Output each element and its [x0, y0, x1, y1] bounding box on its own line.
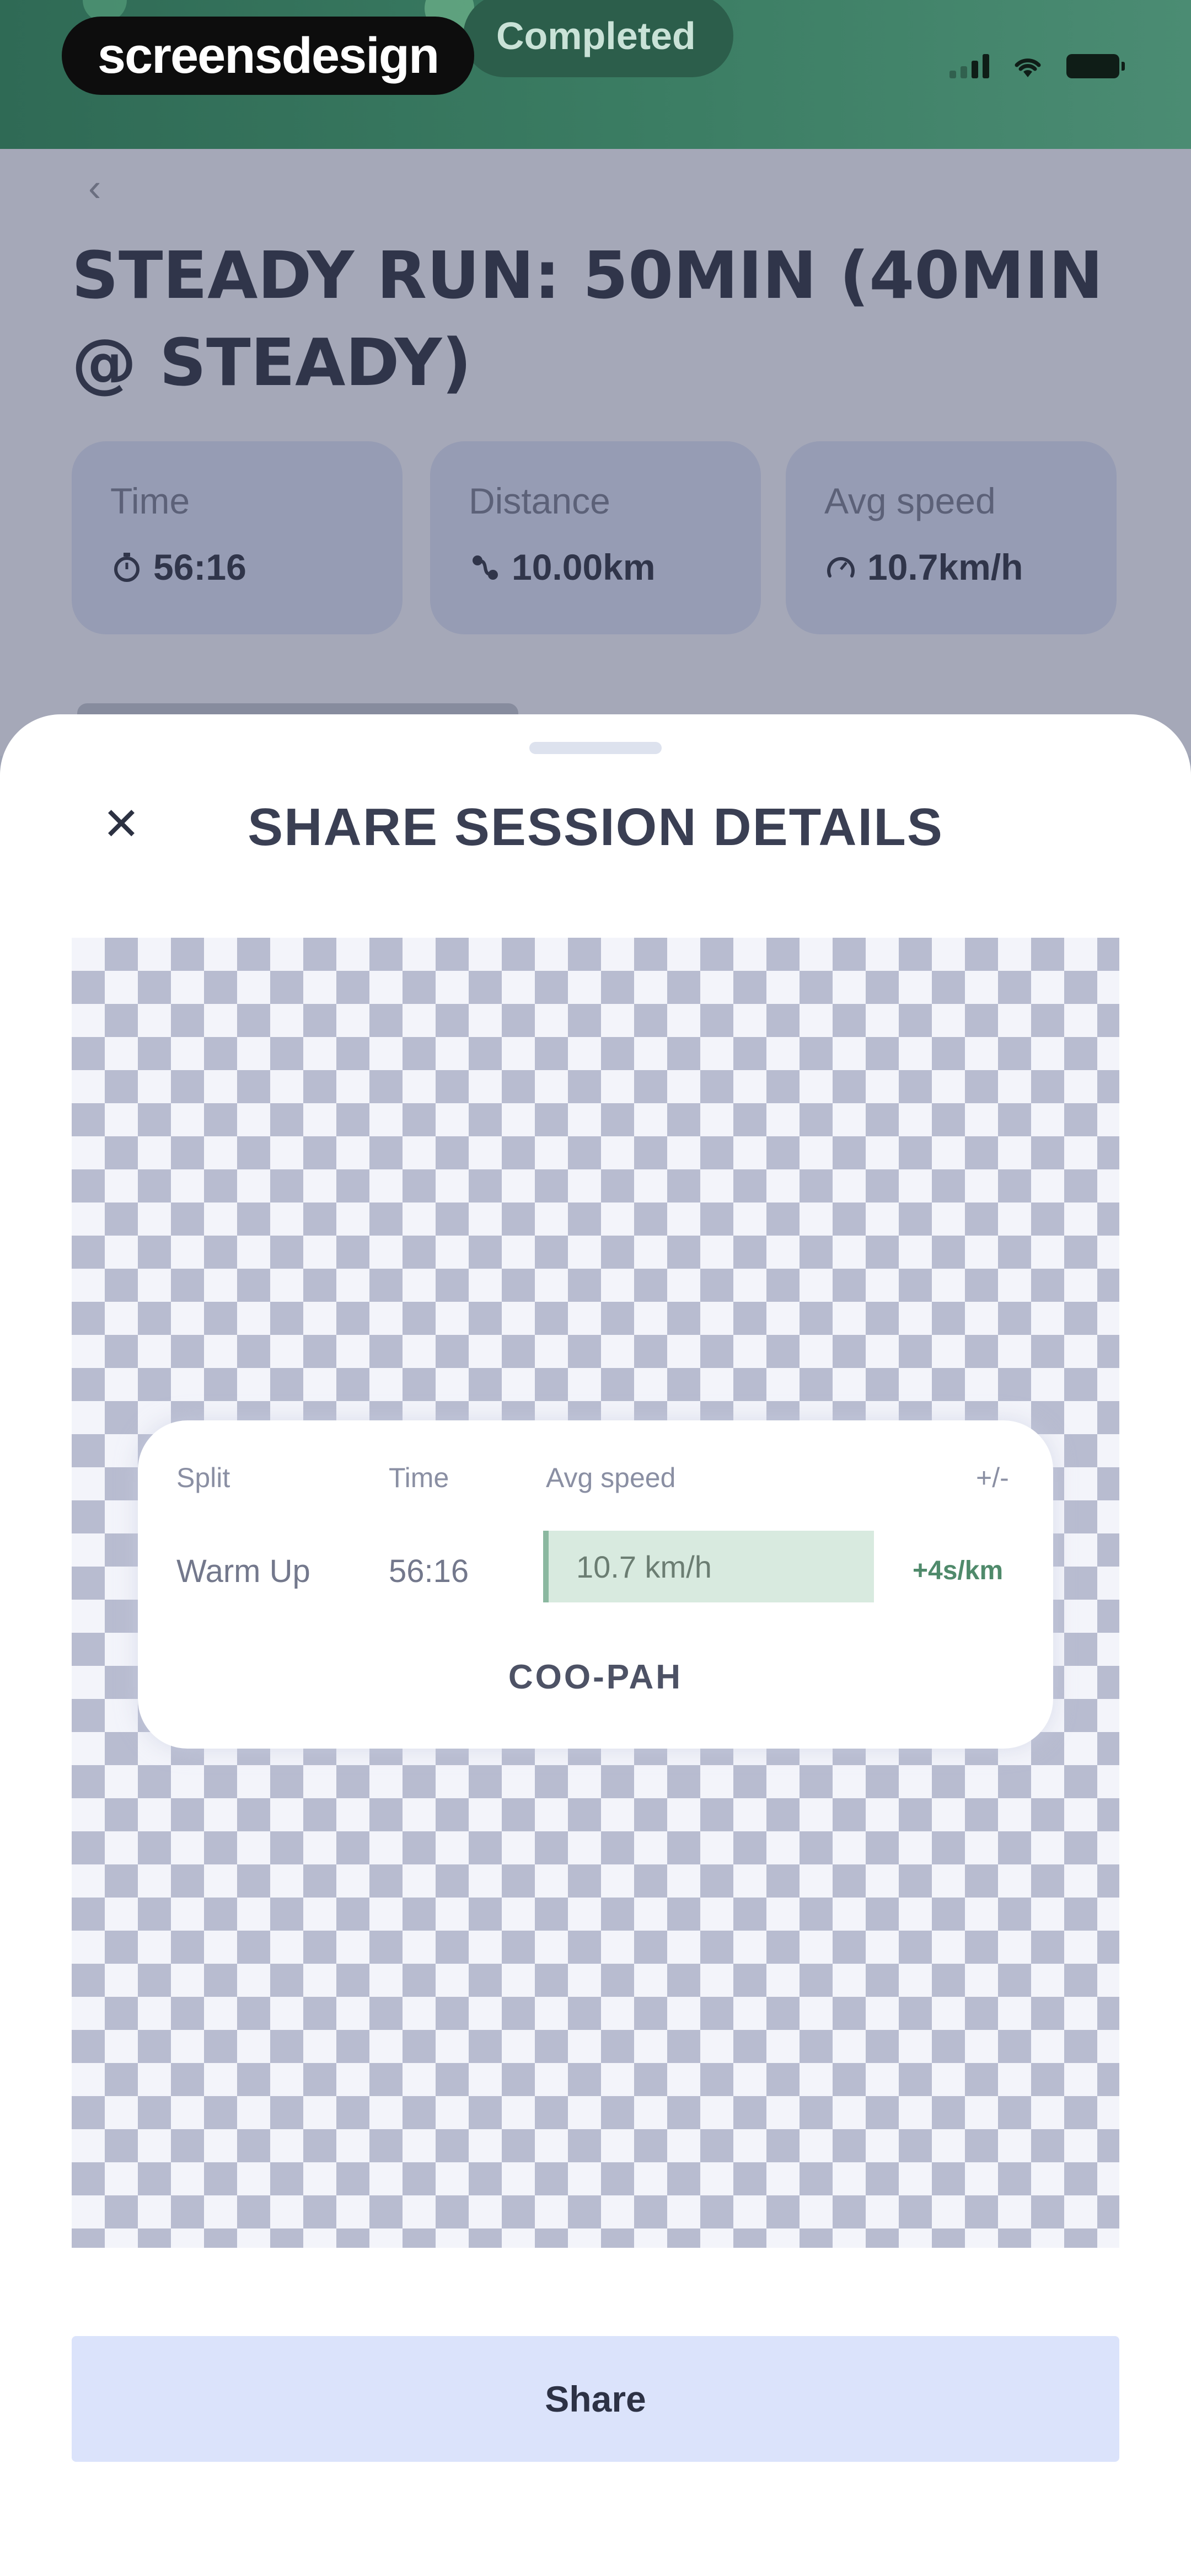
stat-value: 10.7km/h	[867, 547, 1023, 587]
stopwatch-icon	[114, 553, 140, 582]
stat-value-row: 10.7km/h	[824, 546, 1023, 588]
split-name: Warm Up	[176, 1553, 310, 1589]
system-status-icons	[949, 50, 1125, 83]
sheet-grabber[interactable]	[529, 742, 662, 754]
card-brand-logo: COO-PAH	[508, 1658, 683, 1696]
brand-label: screensdesign	[97, 27, 439, 84]
route-icon	[473, 555, 498, 580]
share-button[interactable]: Share	[72, 2336, 1119, 2462]
stat-label: Avg speed	[824, 480, 996, 521]
brand-watermark: screensdesign	[62, 17, 474, 95]
column-header-avg-speed: Avg speed	[546, 1462, 676, 1493]
stat-value: 10.00km	[512, 547, 656, 587]
cellular-signal-icon	[949, 54, 989, 78]
column-header-delta: +/-	[976, 1462, 1009, 1493]
completed-pill: Completed	[463, 0, 733, 77]
stat-card-time: Time 56:16	[72, 441, 403, 634]
wifi-icon	[1015, 58, 1041, 77]
stat-card-distance: Distance 10.00km	[430, 441, 761, 634]
stat-value-row: 10.00km	[469, 546, 656, 588]
stat-label: Distance	[469, 480, 610, 521]
split-avg-speed-bar: 10.7 km/h	[543, 1531, 874, 1602]
split-avg-speed: 10.7 km/h	[576, 1549, 712, 1584]
speedometer-icon	[827, 557, 855, 578]
stat-label: Time	[110, 480, 190, 521]
stat-card-avg-speed: Avg speed 10.7km/h	[786, 441, 1117, 634]
split-summary-card: Split Time Avg speed +/- Warm Up 56:16 1…	[138, 1420, 1053, 1749]
stat-value-row: 56:16	[110, 546, 246, 588]
stat-value: 56:16	[153, 547, 246, 587]
session-title: STEADY RUN: 50MIN (40MIN @ STEADY)	[72, 237, 1103, 400]
battery-icon	[1066, 54, 1125, 78]
status-bar: Completed screensdesign	[0, 0, 1191, 149]
completed-label: Completed	[496, 14, 696, 57]
column-header-split: Split	[176, 1462, 230, 1493]
column-header-time: Time	[389, 1462, 449, 1493]
split-delta: +4s/km	[913, 1556, 1004, 1585]
back-chevron-icon[interactable]: ‹	[88, 165, 101, 210]
split-time: 56:16	[389, 1553, 469, 1589]
sheet-title: SHARE SESSION DETAILS	[248, 798, 943, 857]
